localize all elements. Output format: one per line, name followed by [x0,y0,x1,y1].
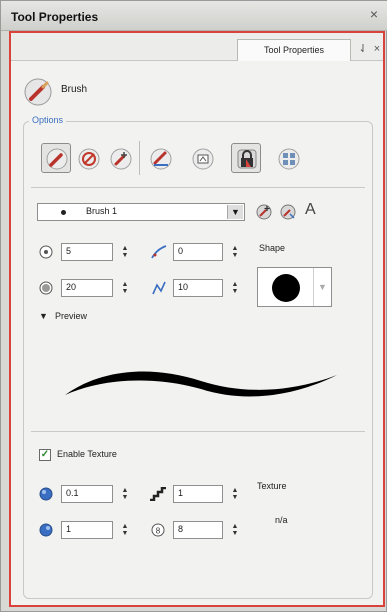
texture-seed-field[interactable]: 8 [173,521,223,539]
texture-scale-field[interactable]: 1 [173,485,223,503]
texture-opacity-icon [39,487,53,501]
title-bar[interactable]: Tool Properties × [1,1,387,31]
grid-icon [278,148,300,170]
texture-scale-spinner[interactable]: ▲ ▼ [231,487,239,501]
auto-close-gap-button[interactable] [73,143,103,173]
min-size-field[interactable]: 5 [61,243,113,261]
close-icon[interactable]: × [366,6,382,22]
texture-label: Texture [257,481,287,491]
text-a-icon[interactable]: A [305,201,316,219]
tab-tool-properties[interactable]: Tool Properties [237,39,351,61]
options-divider [31,187,365,188]
texture-seed-spinner[interactable]: ▲ ▼ [231,523,239,537]
draw-behind-button[interactable] [41,143,71,173]
contour-icon [152,281,166,295]
preview-label: Preview [55,311,88,321]
pressure-sensitivity-button[interactable] [105,143,135,173]
flatten-icon [150,148,172,170]
texture-density-icon [39,523,53,537]
shape-select[interactable]: ▼ [257,267,332,307]
chevron-down-icon[interactable]: ▼ [313,268,331,306]
texture-scale-icon [150,487,166,501]
chevron-down-icon[interactable]: ▼ [227,205,243,219]
tool-properties-window: Tool Properties × Tool Properties ⇃ × Br… [0,0,387,612]
close-tab-icon[interactable]: × [369,40,385,58]
auto-flatten-button[interactable] [145,143,175,173]
contour-spinner[interactable]: ▲ ▼ [231,281,239,295]
no-gap-icon [78,148,100,170]
brush-preset-value: Brush 1 [86,206,118,216]
brush-mode-icon [46,148,68,170]
enable-texture-checkbox[interactable]: ✓ [39,449,51,461]
pressure-icon [110,148,132,170]
texture-divider [31,431,365,432]
respect-protected-colour-button[interactable] [231,143,261,173]
options-legend: Options [29,115,67,125]
min-size-icon [39,245,53,259]
texture-value: n/a [275,515,288,525]
smoothing-spinner[interactable]: ▲ ▼ [231,245,239,259]
texture-density-spinner[interactable]: ▲ ▼ [121,523,129,537]
color-art-icon [192,148,214,170]
rename-brush-icon[interactable] [279,203,297,221]
toolbar-separator [139,141,140,175]
brush-tool-icon [24,78,52,106]
texture-opacity-spinner[interactable]: ▲ ▼ [121,487,129,501]
enable-texture-label: Enable Texture [57,449,117,459]
max-size-field[interactable]: 20 [61,279,113,297]
smoothing-icon [151,245,167,259]
texture-seed-icon: 8 [151,523,165,537]
brush-dot-icon [61,210,66,215]
preview-toggle-icon[interactable]: ▼ [39,311,48,321]
window-title: Tool Properties [11,10,99,24]
tab-strip: Tool Properties ⇃ × [11,33,383,61]
tool-properties-panel: Tool Properties ⇃ × Brush Options Brush … [9,31,385,607]
new-brush-icon[interactable] [255,203,273,221]
max-size-icon [39,281,53,295]
stroke-preview [65,371,337,397]
min-size-spinner[interactable]: ▲ ▼ [121,245,129,259]
auto-create-color-art-button[interactable] [187,143,217,173]
contour-field[interactable]: 10 [173,279,223,297]
lock-colour-icon [237,149,257,169]
shape-label: Shape [259,243,286,253]
max-size-spinner[interactable]: ▲ ▼ [121,281,129,295]
brush-preset-select[interactable]: Brush 1 ▼ [37,203,245,221]
svg-text:8: 8 [156,527,161,536]
texture-density-field[interactable]: 1 [61,521,113,539]
tool-name: Brush [61,84,88,95]
texture-opacity-field[interactable]: 0.1 [61,485,113,503]
smoothing-field[interactable]: 0 [173,243,223,261]
round-tip-icon [272,274,300,302]
stroke-mode-grid-button[interactable] [273,143,303,173]
